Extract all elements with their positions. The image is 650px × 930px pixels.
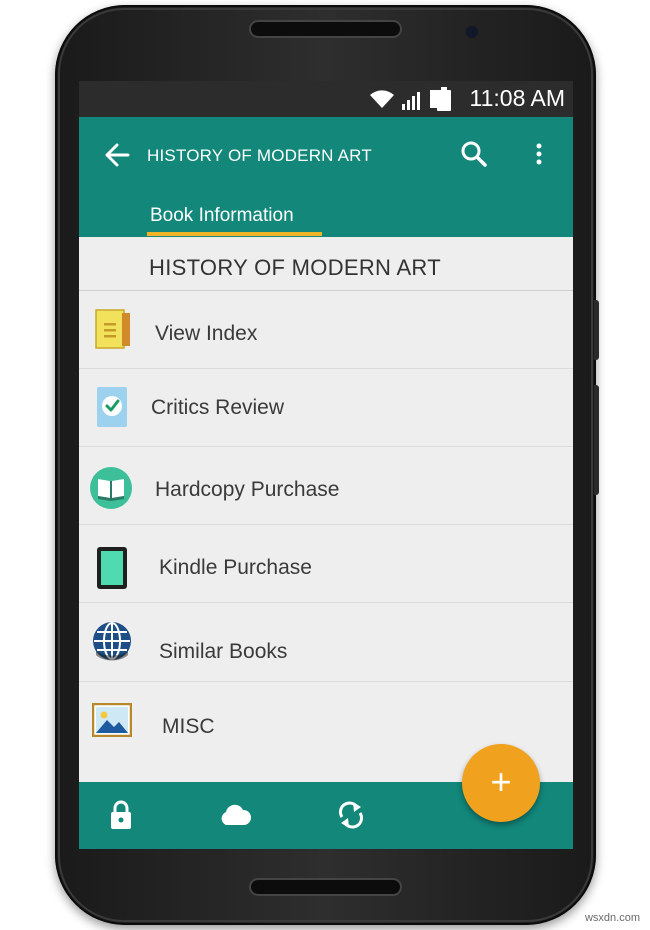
book-title: HISTORY OF MODERN ART (149, 255, 441, 280)
checkmark-icon (97, 387, 127, 427)
menu-label: Hardcopy Purchase (155, 478, 340, 501)
lock-icon[interactable] (109, 800, 133, 830)
status-time: 11:08 AM (469, 85, 565, 111)
watermark: wsxdn.com (584, 912, 640, 924)
cloud-icon[interactable] (218, 804, 252, 826)
sync-icon[interactable] (337, 800, 365, 830)
menu-label: Similar Books (159, 640, 288, 663)
menu-label: MISC (162, 715, 215, 738)
notebook-icon (95, 309, 130, 349)
battery-icon (437, 87, 451, 111)
wifi-icon (370, 90, 394, 108)
menu-item-similar-books[interactable]: Similar Books (79, 604, 573, 682)
plus-icon: + (490, 761, 512, 802)
screen: 11:08 AM HISTORY OF MODERN ART Book Info… (79, 81, 573, 849)
app-title: HISTORY OF MODERN ART (147, 146, 372, 165)
tab-label: Book Information (150, 205, 294, 226)
tablet-icon (97, 547, 127, 589)
menu-label: Critics Review (151, 396, 285, 419)
tab-indicator (147, 232, 322, 236)
divider (79, 368, 573, 369)
divider (79, 681, 573, 682)
image-icon (92, 703, 132, 737)
menu-item-view-index[interactable]: View Index (79, 296, 573, 374)
front-camera (466, 26, 478, 38)
menu-label: View Index (155, 322, 258, 345)
menu-item-critics-review[interactable]: Critics Review (79, 371, 573, 449)
menu-item-kindle-purchase[interactable]: Kindle Purchase (79, 526, 573, 604)
status-bar: 11:08 AM (79, 81, 573, 117)
add-fab-button[interactable]: + (462, 744, 540, 822)
divider (79, 524, 573, 525)
menu-label: Kindle Purchase (159, 556, 312, 579)
bottom-speaker (249, 878, 402, 896)
divider (79, 602, 573, 603)
top-speaker (249, 20, 402, 38)
menu-item-hardcopy-purchase[interactable]: Hardcopy Purchase (79, 448, 573, 526)
signal-icon (402, 92, 420, 110)
search-icon[interactable] (459, 139, 489, 169)
book-icon (90, 467, 132, 509)
back-arrow-icon[interactable] (103, 141, 131, 169)
divider (79, 290, 573, 291)
volume-button[interactable] (594, 385, 599, 495)
power-button[interactable] (594, 300, 599, 360)
globe-icon (93, 622, 131, 661)
more-options-icon[interactable] (531, 139, 547, 169)
divider (79, 446, 573, 447)
app-bar: HISTORY OF MODERN ART Book Information (79, 117, 573, 237)
tab-book-information[interactable]: Book Information (147, 205, 322, 233)
